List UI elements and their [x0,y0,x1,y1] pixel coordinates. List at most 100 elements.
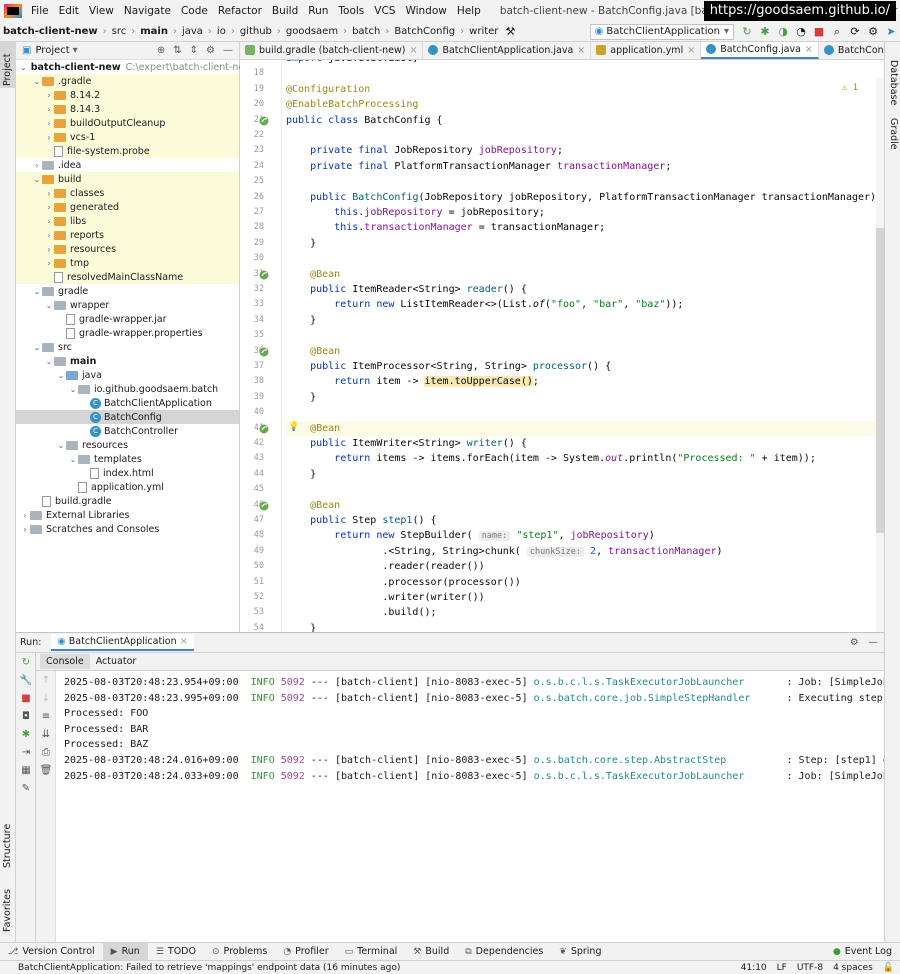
tool-window-todo[interactable]: ☰ TODO [148,943,204,961]
tree-item[interactable]: ⌄ io.github.goodsaem.batch [16,382,239,396]
tool-window-dependencies[interactable]: ⧉ Dependencies [457,943,551,961]
breadcrumb-item[interactable]: goodsaem [283,26,341,37]
tool-window-terminal[interactable]: ▭ Terminal [337,943,406,961]
update-icon[interactable]: ⟳ [847,24,863,40]
layout-icon[interactable]: ▦ [16,761,36,779]
close-icon[interactable]: × [180,636,188,647]
debug-icon[interactable]: ✱ [757,24,773,40]
log-logger[interactable]: o.s.batch.core.step.AbstractStep [534,755,781,766]
project-tool-button[interactable]: Project [2,53,13,86]
stop-icon[interactable]: ■ [811,24,827,40]
editor-tab[interactable]: BatchClientApplication.java × [423,42,592,59]
tree-item[interactable]: › classes [16,186,239,200]
expanded-arrow-icon[interactable]: ⌄ [32,343,42,352]
breadcrumb-item[interactable]: github [237,26,275,37]
code-with-me-icon[interactable]: ➤ [883,24,899,40]
collapsed-arrow-icon[interactable]: › [44,203,54,212]
tree-item[interactable]: › 8.14.3 [16,102,239,116]
gradle-tool-button[interactable]: Gradle [888,118,899,150]
menu-build[interactable]: Build [267,5,303,17]
expanded-arrow-icon[interactable]: ⌄ [32,287,42,296]
collapsed-arrow-icon[interactable]: › [44,259,54,268]
collapsed-arrow-icon[interactable]: › [44,91,54,100]
line-separator[interactable]: LF [777,963,787,973]
editor-tab[interactable]: BatchConfig.java × [701,42,819,59]
tool-window-profiler[interactable]: ◔ Profiler [275,943,336,961]
expanded-arrow-icon[interactable]: ⌄ [20,63,27,72]
tree-item[interactable]: build.gradle [16,494,239,508]
project-view-select[interactable]: Project [35,45,69,56]
menu-tools[interactable]: Tools [333,5,369,17]
collapsed-arrow-icon[interactable]: › [44,105,54,114]
tree-item[interactable]: › reports [16,228,239,242]
wrench-icon[interactable]: 🔧 [16,671,36,689]
tree-item[interactable]: file-system.probe [16,144,239,158]
rerun-icon[interactable]: ↻ [16,653,36,671]
tree-item[interactable]: ⌄ wrapper [16,298,239,312]
spring-bean-icon[interactable] [259,116,269,126]
collapsed-arrow-icon[interactable]: › [44,189,54,198]
close-icon[interactable]: × [577,45,585,56]
tree-item[interactable]: ⌄ batch-client-new C:\expert\batch-client-… [16,60,252,74]
file-encoding[interactable]: UTF-8 [797,963,823,973]
run-tab[interactable]: ◉ BatchClientApplication × [51,634,194,651]
spring-bean-icon[interactable] [259,424,269,434]
collapsed-arrow-icon[interactable]: › [44,217,54,226]
expanded-arrow-icon[interactable]: ⌄ [56,371,66,380]
rerun-icon[interactable]: ↻ [739,24,755,40]
chevron-down-icon[interactable]: ▾ [73,45,78,56]
tree-item[interactable]: ⌄ main [16,354,239,368]
spring-bean-icon[interactable] [259,270,269,280]
lock-icon[interactable]: 🔓 [883,963,894,973]
collapsed-arrow-icon[interactable]: › [44,133,54,142]
scroll-thumb[interactable] [876,228,884,533]
expanded-arrow-icon[interactable]: ⌄ [32,77,42,86]
tree-item[interactable]: › tmp [16,256,239,270]
tree-item[interactable]: ⌄ templates [16,452,239,466]
hide-icon[interactable]: — [869,637,879,648]
tree-item[interactable]: › generated [16,200,239,214]
run-config-select[interactable]: ◉ BatchClientApplication ▾ [589,23,734,40]
settings-icon[interactable]: ⚙ [865,24,881,40]
menu-navigate[interactable]: Navigate [119,5,176,17]
tool-window-version-control[interactable]: ⎇ Version Control [0,943,103,961]
tree-item[interactable]: resolvedMainClassName [16,270,239,284]
intention-bulb-icon[interactable]: 💡 [288,422,299,432]
collapsed-arrow-icon[interactable]: › [32,161,42,170]
menu-view[interactable]: View [84,5,119,17]
breadcrumb-item[interactable]: java [179,26,206,37]
expanded-arrow-icon[interactable]: ⌄ [68,455,78,464]
tree-item[interactable]: gradle-wrapper.jar [16,312,239,326]
menu-help[interactable]: Help [452,5,486,17]
editor-tab[interactable]: build.gradle (batch-client-new) × [240,42,424,59]
spring-bean-icon[interactable] [259,347,269,357]
status-message[interactable]: BatchClientApplication: Failed to retrie… [18,963,400,973]
menu-file[interactable]: File [26,5,54,17]
structure-tool-button[interactable]: Structure [2,824,13,868]
expanded-arrow-icon[interactable]: ⌄ [44,357,54,366]
collapsed-arrow-icon[interactable]: › [20,525,30,534]
tool-window-problems[interactable]: ⊙ Problems [204,943,275,961]
tree-item[interactable]: C BatchController [16,424,239,438]
tree-item[interactable]: › resources [16,242,239,256]
search-icon[interactable]: ⌕ [829,24,845,40]
log-logger[interactable]: o.s.b.c.l.s.TaskExecutorJobLauncher [534,677,781,688]
expand-icon[interactable]: ⇕ [190,45,198,56]
tree-item[interactable]: ⌄ src [16,340,239,354]
tree-item[interactable]: › External Libraries [16,508,239,522]
log-logger[interactable]: o.s.batch.core.job.SimpleStepHandler [534,693,781,704]
expanded-arrow-icon[interactable]: ⌄ [32,175,42,184]
soft-wrap-icon[interactable]: ≡ [36,707,56,725]
tree-item[interactable]: ⌄ .gradle [16,74,239,88]
up-arrow-icon[interactable]: ↑ [36,671,56,689]
log-logger[interactable]: o.s.b.c.l.s.TaskExecutorJobLauncher [534,771,781,782]
menu-refactor[interactable]: Refactor [213,5,267,17]
editor-tab[interactable]: BatchController.java× [819,42,884,59]
breadcrumb-item[interactable]: io [214,26,229,37]
tool-window-spring[interactable]: ❦ Spring [551,943,609,961]
breadcrumb-item[interactable]: src [109,26,130,37]
tree-item[interactable]: ⌄ build [16,172,239,186]
breadcrumb-item[interactable]: writer [466,26,501,37]
tree-item[interactable]: › libs [16,214,239,228]
tree-item[interactable]: application.yml [16,480,239,494]
